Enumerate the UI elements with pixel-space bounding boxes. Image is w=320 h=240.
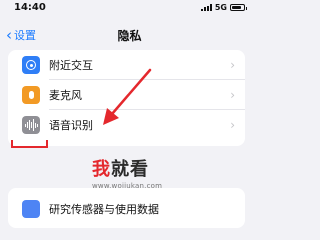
- research-group: 研究传感器与使用数据: [8, 188, 245, 228]
- research-icon: [22, 200, 40, 218]
- watermark-logo: 我就看 www.wojiukan.com: [92, 160, 172, 191]
- row-label: 研究传感器与使用数据: [49, 203, 159, 216]
- row-research-sensor[interactable]: 研究传感器与使用数据: [8, 199, 245, 219]
